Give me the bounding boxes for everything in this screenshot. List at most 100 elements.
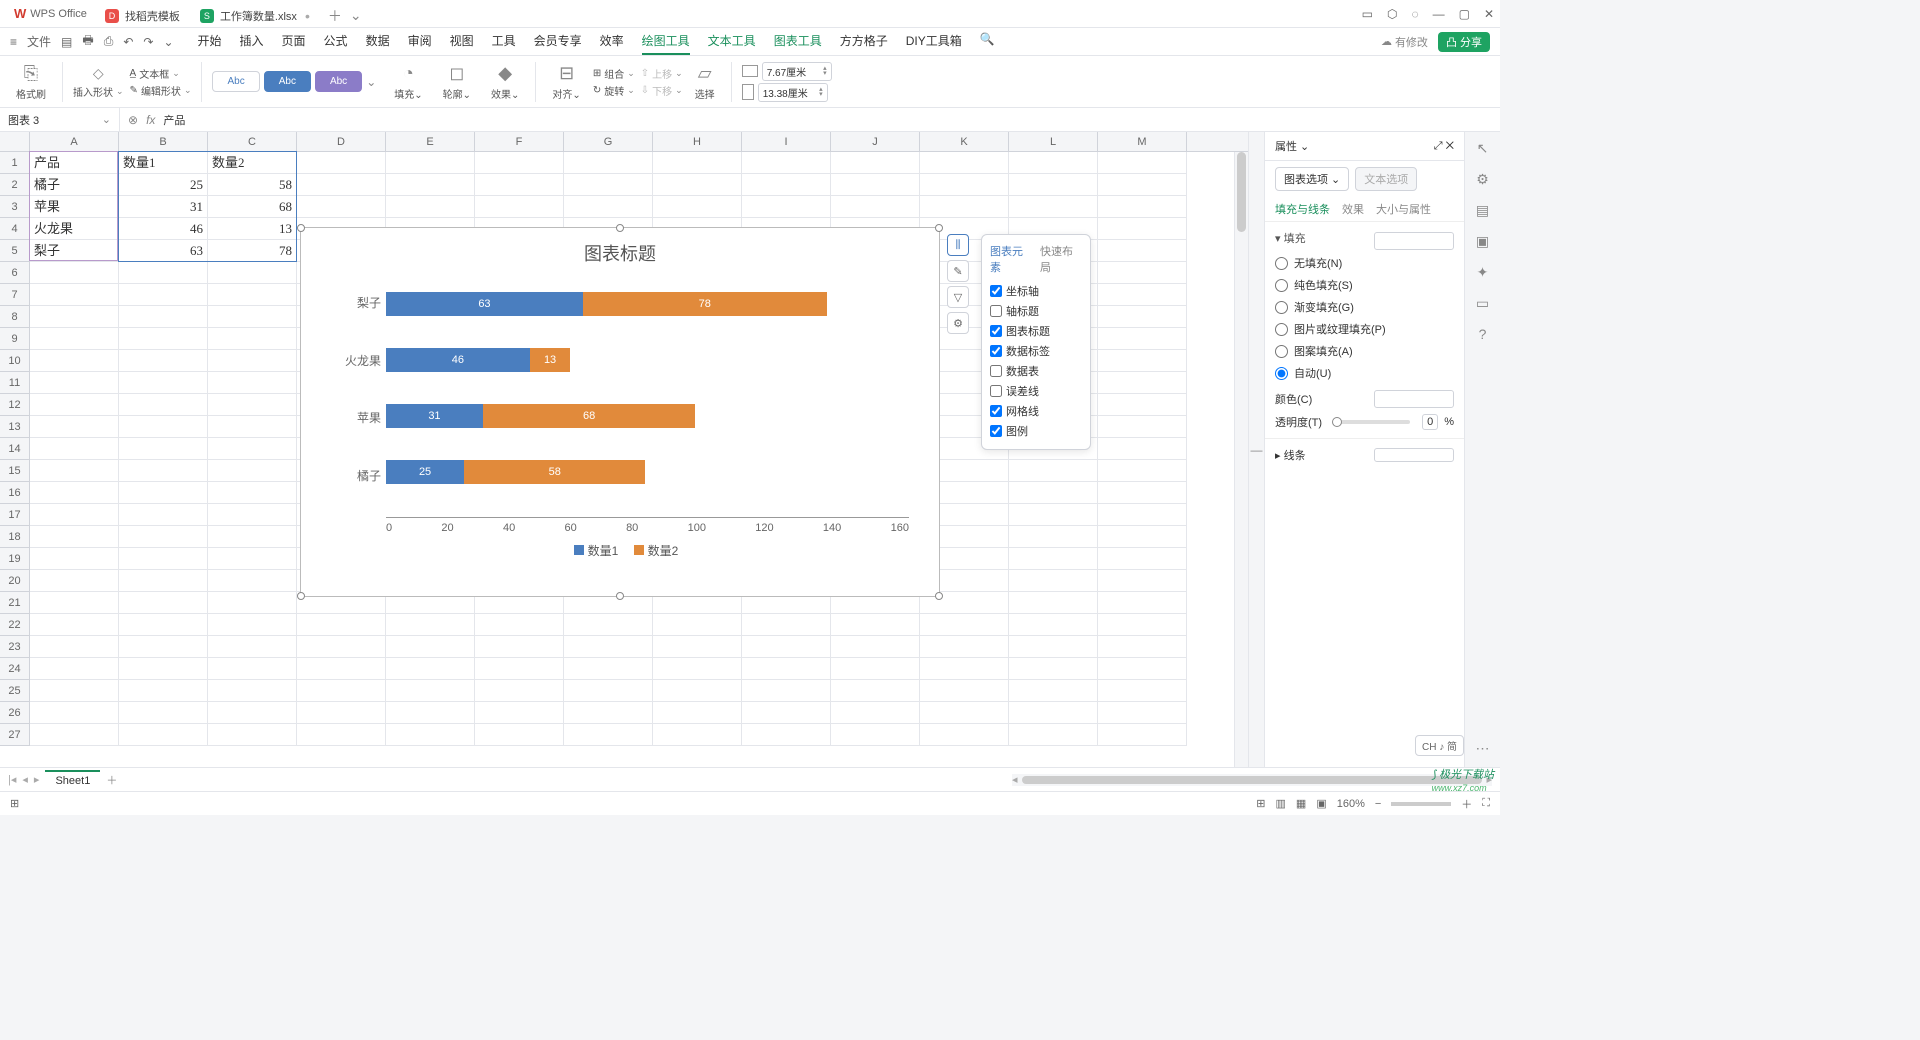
cell[interactable]	[564, 702, 653, 724]
col-B[interactable]: B	[119, 132, 208, 151]
cell[interactable]: 数量1	[119, 152, 208, 174]
view-layout-icon[interactable]: ▥	[1276, 797, 1286, 810]
row-27[interactable]: 27	[0, 724, 30, 746]
cell[interactable]	[831, 658, 920, 680]
cell[interactable]	[475, 702, 564, 724]
chk-6[interactable]: 网格线	[990, 401, 1082, 421]
cell[interactable]	[208, 658, 297, 680]
cell[interactable]	[297, 636, 386, 658]
row-1[interactable]: 1	[0, 152, 30, 174]
select-button[interactable]: ▱选择	[689, 63, 721, 101]
cell[interactable]	[386, 174, 475, 196]
cell[interactable]	[920, 636, 1009, 658]
cell[interactable]	[1098, 416, 1187, 438]
chk-1[interactable]: 轴标题	[990, 301, 1082, 321]
cell[interactable]	[1009, 592, 1098, 614]
row-17[interactable]: 17	[0, 504, 30, 526]
cell[interactable]	[297, 152, 386, 174]
cell[interactable]: 火龙果	[30, 218, 119, 240]
row-23[interactable]: 23	[0, 636, 30, 658]
cell[interactable]	[1009, 548, 1098, 570]
cell[interactable]	[30, 350, 119, 372]
cell[interactable]	[208, 416, 297, 438]
cell[interactable]	[30, 328, 119, 350]
cell[interactable]	[1098, 636, 1187, 658]
edit-shape[interactable]: ✎编辑形状⌄	[130, 83, 192, 98]
cell[interactable]: 数量2	[208, 152, 297, 174]
maximize-icon[interactable]: ▢	[1459, 7, 1470, 21]
clipboard-icon[interactable]: ▣	[1476, 233, 1489, 250]
popup-tab-elements[interactable]: 图表元素	[990, 243, 1032, 275]
menu-hamburger-icon[interactable]: ≡	[10, 35, 17, 49]
cell[interactable]	[1009, 460, 1098, 482]
cell[interactable]	[30, 526, 119, 548]
expand-icon[interactable]: ⛶	[1482, 797, 1490, 810]
col-M[interactable]: M	[1098, 132, 1187, 151]
cell[interactable]	[297, 174, 386, 196]
cell[interactable]	[30, 416, 119, 438]
tab-view[interactable]: 视图	[450, 28, 474, 55]
cell[interactable]	[742, 152, 831, 174]
chk-3[interactable]: 数据标签	[990, 341, 1082, 361]
cell[interactable]	[475, 196, 564, 218]
add-sheet-icon[interactable]: ＋	[106, 772, 117, 788]
row-6[interactable]: 6	[0, 262, 30, 284]
cell[interactable]	[208, 262, 297, 284]
col-L[interactable]: L	[1009, 132, 1098, 151]
tab-ffgz[interactable]: 方方格子	[840, 28, 888, 55]
cell[interactable]	[1009, 702, 1098, 724]
cell[interactable]: 25	[119, 174, 208, 196]
view-page-icon[interactable]: ▦	[1296, 797, 1306, 810]
cell[interactable]	[653, 174, 742, 196]
cell[interactable]	[1098, 658, 1187, 680]
vertical-scrollbar[interactable]	[1234, 152, 1248, 767]
cell[interactable]	[831, 702, 920, 724]
row-19[interactable]: 19	[0, 548, 30, 570]
cell[interactable]	[1098, 196, 1187, 218]
cell[interactable]	[1009, 504, 1098, 526]
chart-title[interactable]: 图表标题	[301, 228, 939, 274]
name-box[interactable]: 图表 3⌄	[0, 108, 120, 131]
cell[interactable]	[742, 680, 831, 702]
settings-tool-icon[interactable]: ⚙	[1476, 171, 1489, 188]
help-icon[interactable]: ?	[1479, 326, 1487, 342]
formula-input[interactable]: 产品	[163, 112, 185, 128]
cell[interactable]	[30, 614, 119, 636]
cell[interactable]: 46	[119, 218, 208, 240]
cell[interactable]	[831, 636, 920, 658]
cell[interactable]: 产品	[30, 152, 119, 174]
cell[interactable]: 68	[208, 196, 297, 218]
cell[interactable]	[30, 504, 119, 526]
cell[interactable]	[920, 658, 1009, 680]
cell[interactable]	[653, 196, 742, 218]
cell[interactable]	[119, 482, 208, 504]
insert-shape-label[interactable]: 插入形状⌄	[73, 84, 124, 99]
col-K[interactable]: K	[920, 132, 1009, 151]
cell[interactable]	[208, 328, 297, 350]
cell[interactable]	[119, 284, 208, 306]
chart-legend[interactable]: 数量1 数量2	[301, 534, 939, 567]
fill-opt-1[interactable]: 纯色填充(S)	[1275, 274, 1454, 296]
cell[interactable]	[742, 614, 831, 636]
view-read-icon[interactable]: ▣	[1316, 797, 1326, 810]
cell[interactable]	[119, 592, 208, 614]
view-normal-icon[interactable]: ⊞	[1256, 797, 1265, 810]
sheet-next-icon[interactable]: ▸	[34, 773, 40, 786]
menu-file[interactable]: 文件	[27, 33, 51, 50]
tab-template[interactable]: D找稻壳模板	[95, 5, 190, 27]
cell[interactable]	[30, 636, 119, 658]
undo-icon[interactable]: ↶	[123, 35, 133, 49]
fill-opt-4[interactable]: 图案填充(A)	[1275, 340, 1454, 362]
plot-area[interactable]: 梨子火龙果苹果橘子 6378461331682558 0204060801001…	[331, 274, 909, 534]
cell[interactable]	[1009, 658, 1098, 680]
row-15[interactable]: 15	[0, 460, 30, 482]
cell[interactable]	[386, 196, 475, 218]
fill-opt-3[interactable]: 图片或纹理填充(P)	[1275, 318, 1454, 340]
cell[interactable]	[653, 702, 742, 724]
minimize-icon[interactable]: —	[1433, 7, 1445, 21]
cell[interactable]	[208, 570, 297, 592]
tab-review[interactable]: 审阅	[408, 28, 432, 55]
cell[interactable]	[119, 460, 208, 482]
chart-object[interactable]: 图表标题 梨子火龙果苹果橘子 6378461331682558 02040608…	[300, 227, 940, 597]
cell[interactable]	[30, 460, 119, 482]
